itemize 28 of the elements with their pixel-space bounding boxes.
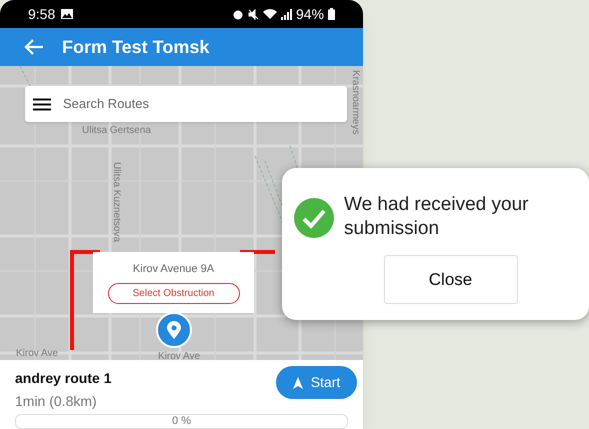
mute-icon <box>248 8 259 20</box>
map-pin-icon <box>167 321 181 339</box>
search-field[interactable]: Search Routes <box>25 86 347 122</box>
search-input[interactable]: Search Routes <box>63 94 339 114</box>
wifi-icon <box>262 8 277 20</box>
start-button[interactable]: Start <box>276 366 357 399</box>
back-arrow-icon[interactable] <box>24 39 44 55</box>
street-label: Ulitsa Gertsena <box>82 124 151 138</box>
battery-level: 94% <box>296 4 324 24</box>
select-obstruction-button[interactable]: Select Obstruction <box>108 282 240 304</box>
battery-icon <box>328 8 335 20</box>
progress-reading: 0 % <box>172 415 191 428</box>
signal-icon <box>280 8 292 20</box>
street-label: Ulitsa Kuznetsova <box>110 162 123 242</box>
status-time: 9:58 <box>28 4 56 24</box>
navigation-arrow-icon <box>292 376 303 388</box>
route-name: andrey route 1 <box>15 369 112 388</box>
check-circle-icon <box>294 198 334 238</box>
close-button[interactable]: Close <box>384 255 518 304</box>
popup-address: Kirov Avenue 9A <box>132 262 214 278</box>
menu-icon[interactable] <box>33 98 51 110</box>
route-duration: 1min (0.8km) <box>15 392 98 411</box>
street-label: Kirov Ave <box>16 347 58 360</box>
app-title: Form Test Tomsk <box>62 36 210 58</box>
street-label: Krasnoarmeys <box>349 70 362 134</box>
image-icon <box>61 9 74 19</box>
dialog-message: We had received your submission <box>344 193 530 241</box>
street-label: Kirov Ave <box>158 350 200 360</box>
